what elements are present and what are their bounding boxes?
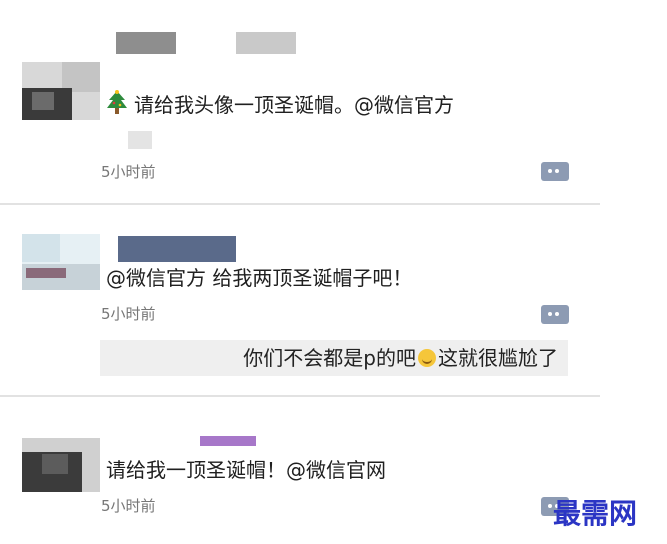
reply-text-after: 这就很尴尬了	[438, 346, 558, 370]
blurred-nickname	[116, 32, 176, 54]
avatar[interactable]	[22, 234, 100, 290]
post-text: 请给我头像一顶圣诞帽。@微信官方	[106, 90, 454, 119]
christmas-tree-icon	[107, 90, 127, 114]
post-time: 5小时前	[101, 163, 156, 181]
avatar[interactable]	[22, 438, 100, 492]
reply-text-before: 你们不会都是p的吧	[243, 346, 416, 370]
avatar[interactable]	[22, 62, 100, 120]
post-time: 5小时前	[101, 497, 156, 515]
post-text-content: 请给我头像一顶圣诞帽。@微信官方	[134, 93, 454, 117]
post-text: @微信官方 给我两顶圣诞帽子吧！	[106, 266, 413, 290]
comment-icon[interactable]	[541, 305, 569, 324]
divider	[0, 203, 600, 205]
blurred-nickname	[236, 32, 296, 54]
post-time: 5小时前	[101, 305, 156, 323]
moment-post-1: 请给我头像一顶圣诞帽。@微信官方 5小时前	[0, 0, 600, 200]
watermark: 最需网	[553, 497, 638, 530]
comment-reply[interactable]: 你们不会都是p的吧 这就很尴尬了	[100, 340, 568, 376]
blurred-nickname	[118, 236, 236, 262]
comment-icon[interactable]	[541, 162, 569, 181]
smile-emoji-icon	[418, 349, 436, 367]
moment-post-3: 请给我一顶圣诞帽！@微信官网 5小时前	[0, 398, 600, 544]
post-text: 请给我一顶圣诞帽！@微信官网	[106, 458, 386, 482]
reply-text: 你们不会都是p的吧 这就很尴尬了	[243, 344, 558, 372]
divider	[0, 395, 600, 397]
blurred-nickname	[200, 436, 256, 446]
blurred-block	[128, 131, 152, 149]
